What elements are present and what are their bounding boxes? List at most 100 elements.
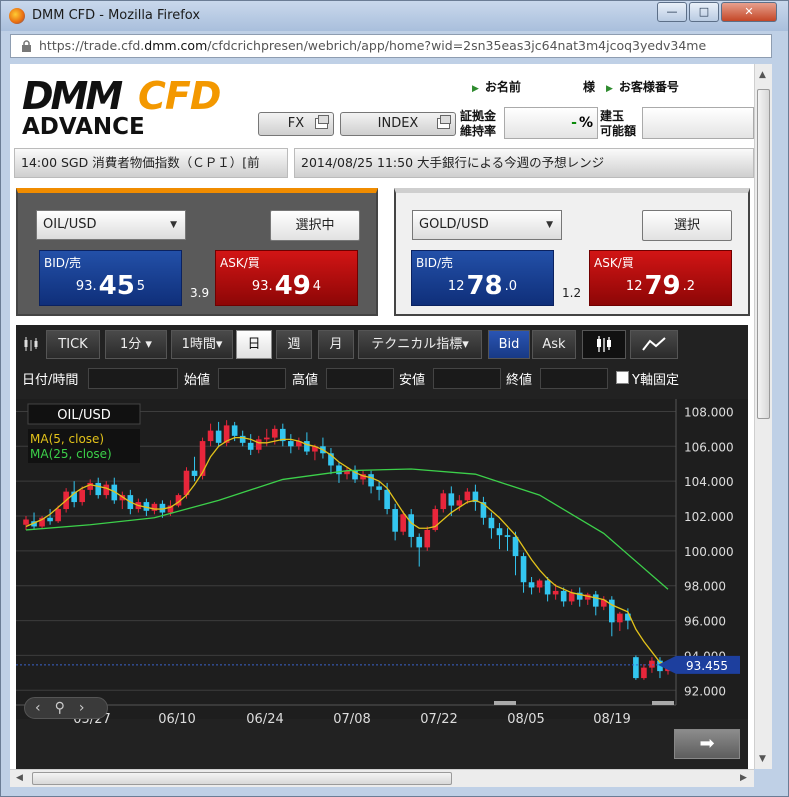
index-button[interactable]: INDEX bbox=[340, 112, 456, 136]
candle-body bbox=[512, 536, 519, 557]
datetime-label: 日付/時間 bbox=[22, 373, 79, 388]
news-ticker-1[interactable]: 14:00 SGD 消費者物価指数（ＣＰＩ）[前 bbox=[14, 148, 288, 178]
minute-dropdown[interactable]: 1分 ▾ bbox=[105, 330, 167, 359]
candle-body bbox=[376, 486, 382, 490]
bid-button-gold[interactable]: BID/売 1278.0 bbox=[411, 250, 554, 306]
technical-indicator-dropdown[interactable]: テクニカル指標▾ bbox=[358, 330, 482, 359]
candlestick-icon bbox=[597, 336, 611, 352]
candle-body bbox=[255, 439, 262, 450]
candle-settings-icon[interactable] bbox=[22, 335, 40, 353]
title-bar[interactable]: DMM CFD - Mozilla Firefox — □ ✕ bbox=[1, 1, 788, 31]
candle-body bbox=[592, 594, 599, 607]
maximize-button[interactable]: □ bbox=[689, 2, 719, 22]
y-tick-label: 92.000 bbox=[684, 684, 726, 698]
scroll-left-icon[interactable]: ◀ bbox=[16, 773, 23, 783]
candle-body bbox=[271, 428, 278, 438]
vertical-scroll-thumb[interactable] bbox=[757, 89, 770, 419]
open-label: 始値 bbox=[184, 373, 211, 388]
go-latest-button[interactable]: ➡ bbox=[674, 729, 740, 759]
position-value bbox=[642, 107, 754, 139]
x-tick-label: 06/10 bbox=[158, 712, 195, 727]
y-axis-fix-checkbox[interactable] bbox=[616, 371, 629, 384]
scroll-up-icon[interactable]: ▲ bbox=[759, 70, 766, 80]
candle-body bbox=[95, 482, 102, 496]
ask-button-oil[interactable]: ASK/買 93.49 4 bbox=[215, 250, 358, 306]
candle-body bbox=[392, 509, 398, 532]
week-button[interactable]: 週 bbox=[276, 330, 312, 359]
ask-toggle[interactable]: Ask bbox=[532, 330, 576, 359]
address-bar[interactable]: https://trade.cfd.dmm.com/cfdcrichpresen… bbox=[10, 34, 772, 58]
triangle-icon: ▶ bbox=[606, 84, 613, 94]
close-label: 終値 bbox=[506, 373, 533, 388]
line-mode-button[interactable] bbox=[630, 330, 678, 359]
symbol-select-oil[interactable]: OIL/USD ▼ bbox=[36, 210, 186, 240]
news-ticker-2[interactable]: 2014/08/25 11:50 大手銀行による今週の予想レンジ bbox=[294, 148, 754, 178]
scroll-right-icon[interactable]: ▶ bbox=[740, 773, 747, 783]
chart-title: OIL/USD bbox=[57, 408, 110, 423]
candle-body bbox=[215, 430, 222, 443]
dropdown-arrow-icon: ▼ bbox=[546, 220, 553, 230]
margin-rate-value: -% bbox=[504, 107, 598, 139]
chevron-left-icon: ‹ bbox=[35, 700, 41, 716]
candle-body bbox=[191, 470, 198, 476]
close-button[interactable]: ✕ bbox=[721, 2, 777, 22]
candle-body bbox=[424, 529, 431, 548]
candle-body bbox=[247, 442, 254, 450]
candle-body bbox=[304, 441, 310, 452]
day-button[interactable]: 日 bbox=[236, 330, 272, 359]
page-content: DMM CFD ADVANCE FX INDEX ▶ お名前様 ▶ お客様番号 証拠… bbox=[10, 64, 754, 769]
candle-body bbox=[544, 580, 551, 595]
candle-body bbox=[384, 489, 390, 510]
chart-nav-pill[interactable]: ‹ ⚲ › bbox=[24, 697, 108, 719]
bid-button-oil[interactable]: BID/売 93.45 5 bbox=[39, 250, 182, 306]
chart-panel: TICK 1分 ▾ 1時間▾ 日 週 月 テクニカル指標▾ Bid Ask 日付… bbox=[16, 325, 748, 769]
y-tick-label: 98.000 bbox=[684, 580, 726, 594]
high-field bbox=[326, 368, 394, 389]
select-button-oil[interactable]: 選択中 bbox=[270, 210, 360, 241]
window-title: DMM CFD - Mozilla Firefox bbox=[32, 8, 201, 23]
margin-label: 証拠金 維持率 bbox=[460, 109, 497, 138]
candle-body bbox=[617, 613, 623, 623]
y-axis-fix-label: Y軸固定 bbox=[632, 373, 679, 388]
high-label: 高値 bbox=[292, 373, 319, 388]
spread-gold: 1.2 bbox=[562, 286, 582, 300]
bid-toggle[interactable]: Bid bbox=[488, 330, 530, 359]
candle-body bbox=[456, 500, 463, 506]
ask-button-gold[interactable]: ASK/買 1279.2 bbox=[589, 250, 732, 306]
scroll-down-icon[interactable]: ▼ bbox=[759, 754, 766, 764]
candle-body bbox=[231, 425, 238, 436]
candle-body bbox=[520, 556, 527, 583]
month-button[interactable]: 月 bbox=[318, 330, 354, 359]
fx-button[interactable]: FX bbox=[258, 112, 334, 136]
candle-body bbox=[496, 528, 503, 536]
horizontal-scrollbar[interactable]: ◀ ▶ bbox=[10, 769, 754, 787]
tick-button[interactable]: TICK bbox=[46, 330, 100, 359]
candle-body bbox=[464, 491, 471, 501]
candle-body bbox=[263, 437, 270, 440]
candlestick-mode-button[interactable] bbox=[582, 330, 626, 359]
logo-cfd: CFD bbox=[138, 74, 221, 118]
symbol-select-gold[interactable]: GOLD/USD ▼ bbox=[412, 210, 562, 240]
horizontal-scroll-thumb[interactable] bbox=[32, 772, 452, 785]
candle-body bbox=[408, 514, 415, 537]
candle-body bbox=[79, 489, 85, 503]
popup-icon bbox=[437, 115, 451, 129]
candle-body bbox=[400, 514, 406, 532]
minimize-button[interactable]: — bbox=[657, 2, 687, 22]
price-chart[interactable]: 108.000 106.000 104.000 102.000 100.000 98.00… bbox=[16, 399, 748, 769]
select-button-gold[interactable]: 選択 bbox=[642, 210, 732, 241]
candle-body bbox=[504, 535, 511, 537]
legend-ma25: MA(25, close) bbox=[30, 447, 112, 461]
candle-body bbox=[199, 441, 206, 476]
x-tick-label: 07/08 bbox=[333, 712, 370, 727]
candle-body bbox=[23, 519, 29, 525]
scroll-handle bbox=[494, 701, 516, 705]
y-tick-label: 102.000 bbox=[684, 510, 734, 524]
user-name: ▶ お名前様 bbox=[472, 80, 595, 94]
firefox-icon bbox=[9, 8, 25, 24]
quote-panel-oil: OIL/USD ▼ 選択中 BID/売 93.45 5 3.9 ASK/買 93.4… bbox=[16, 188, 378, 316]
vertical-scrollbar[interactable]: ▲ ▼ bbox=[754, 64, 772, 769]
candle-body bbox=[336, 465, 342, 475]
chevron-right-icon: › bbox=[78, 700, 85, 716]
hour-dropdown[interactable]: 1時間▾ bbox=[171, 330, 233, 359]
